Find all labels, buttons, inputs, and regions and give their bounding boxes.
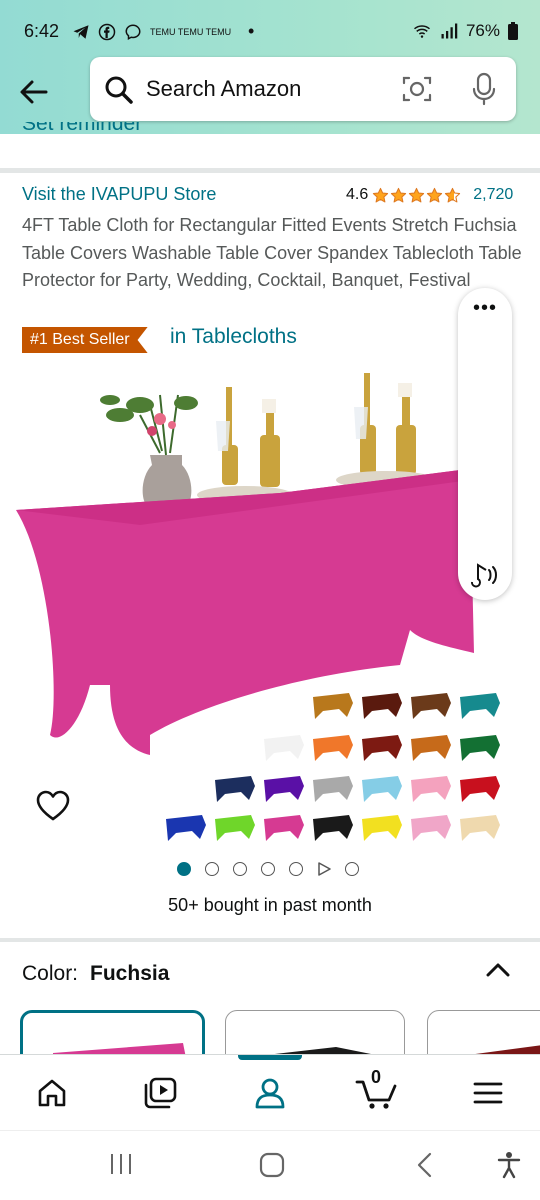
star-icon bbox=[391, 187, 407, 202]
nav-menu[interactable] bbox=[466, 1071, 510, 1115]
color-option-mini bbox=[362, 735, 402, 761]
color-option-mini bbox=[362, 815, 402, 841]
search-box[interactable] bbox=[90, 57, 516, 121]
color-option-mini bbox=[166, 815, 206, 841]
carousel-video-indicator[interactable] bbox=[317, 862, 331, 876]
cart-count: 0 bbox=[371, 1067, 382, 1087]
account-icon bbox=[255, 1078, 285, 1109]
nav-account[interactable] bbox=[248, 1071, 292, 1115]
wishlist-button[interactable] bbox=[36, 790, 70, 827]
color-option-mini bbox=[264, 776, 304, 802]
status-time: 6:42 bbox=[24, 21, 60, 41]
video-icon bbox=[144, 1077, 177, 1109]
color-option-mini bbox=[313, 693, 353, 719]
active-tab-indicator bbox=[238, 1055, 302, 1060]
color-option-mini bbox=[313, 735, 353, 761]
star-icon bbox=[445, 187, 461, 202]
home-icon bbox=[38, 1079, 66, 1107]
candles bbox=[222, 373, 416, 487]
set-reminder-label: Set reminder bbox=[22, 122, 143, 135]
color-label: Color: bbox=[22, 962, 79, 985]
carousel-dot[interactable] bbox=[177, 862, 191, 876]
color-option-mini bbox=[460, 815, 500, 841]
temu-notification-text: TEMU TEMU TEMU bbox=[150, 26, 232, 37]
heart-icon bbox=[36, 790, 70, 821]
floating-side-panel[interactable]: ••• bbox=[458, 288, 512, 600]
rating-summary[interactable]: 4.6 2,720 bbox=[346, 186, 513, 204]
section-divider bbox=[0, 938, 540, 942]
color-value: Fuchsia bbox=[90, 962, 170, 985]
accessibility-icon[interactable] bbox=[496, 1151, 522, 1179]
product-title: 4FT Table Cloth for Rectangular Fitted E… bbox=[22, 215, 522, 290]
color-option-mini bbox=[215, 815, 255, 841]
home-button-icon[interactable] bbox=[258, 1151, 286, 1179]
menu-icon bbox=[473, 1082, 503, 1104]
camera-scan-icon[interactable] bbox=[402, 74, 432, 104]
star-icon bbox=[409, 187, 425, 202]
rating-count: 2,720 bbox=[473, 186, 514, 203]
store-link[interactable]: Visit the IVAPUPU Store bbox=[22, 184, 216, 205]
rating-value: 4.6 bbox=[346, 186, 369, 203]
color-option-mini bbox=[362, 776, 402, 802]
back-arrow-icon bbox=[20, 80, 48, 104]
color-option-mini bbox=[215, 776, 255, 802]
signal-icon bbox=[441, 23, 458, 39]
search-input[interactable] bbox=[146, 73, 376, 105]
carousel-dot[interactable] bbox=[233, 862, 247, 876]
section-divider bbox=[0, 168, 540, 173]
color-option-mini bbox=[411, 776, 451, 802]
best-seller-badge: #1 Best Seller bbox=[22, 327, 148, 353]
color-selector-header: Color: Fuchsia bbox=[22, 962, 169, 986]
color-option-mini bbox=[264, 735, 304, 761]
carousel-dot[interactable] bbox=[345, 862, 359, 876]
color-option-mini bbox=[362, 693, 402, 719]
microphone-icon[interactable] bbox=[472, 72, 496, 106]
wifi-icon bbox=[413, 25, 430, 38]
star-icon bbox=[427, 187, 443, 202]
wine-glass bbox=[216, 421, 230, 451]
color-option-mini bbox=[411, 693, 451, 719]
notification-icons: TEMU TEMU TEMU • bbox=[72, 21, 254, 42]
more-notifications-dot: • bbox=[248, 21, 255, 41]
back-button-icon[interactable] bbox=[414, 1151, 436, 1179]
search-icon bbox=[105, 76, 133, 104]
set-reminder-link[interactable]: Set reminder bbox=[22, 122, 142, 146]
battery-icon bbox=[508, 22, 518, 40]
chevron-up-icon[interactable] bbox=[484, 958, 512, 982]
telegram-icon bbox=[73, 24, 89, 39]
more-options-icon[interactable]: ••• bbox=[458, 298, 512, 318]
battery-percent: 76% bbox=[465, 21, 500, 40]
color-option-mini bbox=[460, 776, 500, 802]
read-aloud-icon[interactable] bbox=[468, 560, 502, 590]
back-button[interactable] bbox=[16, 74, 52, 110]
color-option-mini bbox=[313, 776, 353, 802]
nav-home[interactable] bbox=[30, 1071, 74, 1115]
system-navigation-bar bbox=[0, 1130, 540, 1200]
flower-vase bbox=[100, 394, 198, 510]
best-seller-category-link[interactable]: in Tablecloths bbox=[170, 325, 297, 349]
rating-stars bbox=[372, 187, 461, 204]
status-right: 76% bbox=[412, 21, 518, 41]
color-option-mini bbox=[313, 815, 353, 841]
facebook-icon bbox=[98, 23, 116, 40]
messenger-icon bbox=[125, 23, 141, 40]
carousel-dot[interactable] bbox=[289, 862, 303, 876]
carousel-dot[interactable] bbox=[261, 862, 275, 876]
bought-in-past-month: 50+ bought in past month bbox=[168, 895, 372, 915]
color-option-mini bbox=[264, 815, 304, 841]
nav-video[interactable] bbox=[138, 1071, 182, 1115]
color-option-mini bbox=[411, 815, 451, 841]
carousel-dot[interactable] bbox=[205, 862, 219, 876]
star-icon bbox=[373, 187, 389, 202]
color-palette-overlay bbox=[166, 693, 500, 841]
nav-cart[interactable]: 0 bbox=[354, 1067, 398, 1115]
bottom-navigation: 0 bbox=[0, 1054, 540, 1130]
color-option-mini bbox=[411, 735, 451, 761]
color-option-mini bbox=[460, 693, 500, 719]
color-option-mini bbox=[460, 735, 500, 761]
wine-glass bbox=[354, 407, 368, 439]
image-carousel-dots[interactable] bbox=[177, 862, 359, 876]
recent-apps-icon[interactable] bbox=[108, 1151, 134, 1177]
